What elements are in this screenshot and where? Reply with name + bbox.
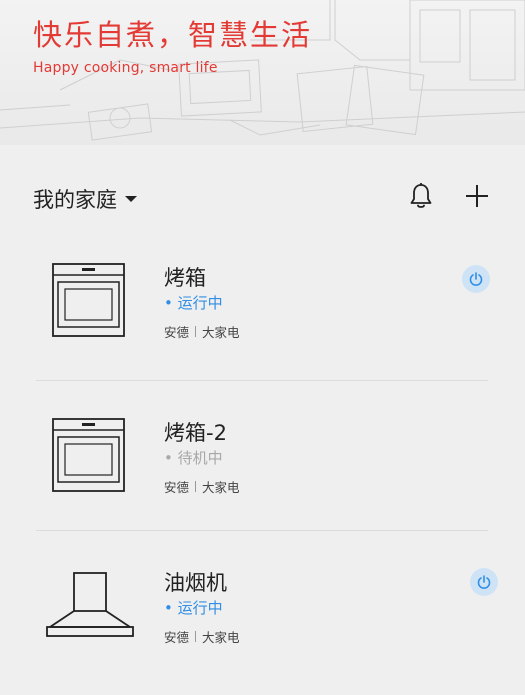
divider	[36, 530, 488, 531]
device-brand: 安德	[164, 480, 190, 495]
device-brand: 安德	[164, 630, 190, 645]
add-device-button[interactable]	[461, 180, 493, 212]
device-card-oven[interactable]: 烤箱 • 运行中 安德 大家电	[0, 240, 525, 390]
device-name: 烤箱-2	[164, 421, 227, 445]
device-card-oven-2[interactable]: 烤箱-2 • 待机中 安德 大家电	[0, 395, 525, 545]
hero-title: 快乐自煮，智慧生活	[33, 18, 313, 52]
device-category: 大家电	[202, 630, 240, 645]
device-brand: 安德	[164, 325, 190, 340]
bell-icon	[410, 183, 432, 208]
device-meta: 安德 大家电	[164, 477, 240, 496]
caret-down-icon	[125, 196, 137, 202]
home-selector[interactable]: 我的家庭	[33, 184, 137, 214]
home-name: 我的家庭	[33, 188, 117, 212]
device-status: • 待机中	[164, 449, 223, 467]
device-status: • 运行中	[164, 294, 223, 312]
oven-icon	[52, 418, 125, 492]
device-meta: 安德 大家电	[164, 627, 240, 646]
device-name: 烤箱	[164, 266, 206, 290]
hero-subtitle: Happy cooking, smart life	[33, 60, 218, 76]
oven-icon	[52, 263, 125, 337]
device-name: 油烟机	[164, 571, 227, 595]
plus-icon	[466, 185, 488, 207]
power-button[interactable]	[462, 265, 490, 293]
power-icon	[469, 272, 483, 286]
range-hood-icon	[46, 572, 134, 637]
device-meta: 安德 大家电	[164, 322, 240, 341]
hero-banner: 快乐自煮，智慧生活 Happy cooking, smart life	[0, 0, 525, 145]
notifications-button[interactable]	[405, 180, 437, 212]
home-header: 我的家庭	[0, 170, 525, 226]
device-status: • 运行中	[164, 599, 223, 617]
device-category: 大家电	[202, 480, 240, 495]
divider	[36, 380, 488, 381]
power-icon	[477, 575, 491, 589]
power-button[interactable]	[470, 568, 498, 596]
device-category: 大家电	[202, 325, 240, 340]
device-card-range-hood[interactable]: 油烟机 • 运行中 安德 大家电	[0, 545, 525, 695]
